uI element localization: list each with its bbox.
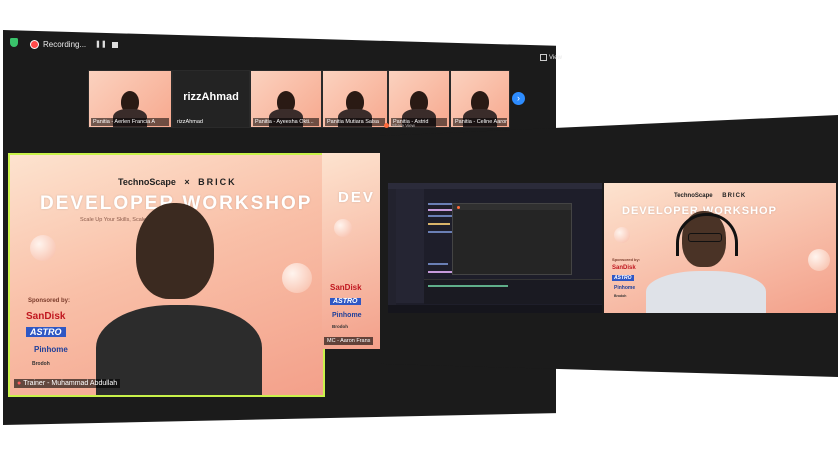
sponsor-pinhome: Pinhome xyxy=(614,285,636,291)
participant-tile[interactable]: Panitia - Astrid xyxy=(388,70,450,128)
participant-name: rizzAhmad xyxy=(177,119,203,125)
decor-bubble xyxy=(614,227,630,243)
decor-bubble xyxy=(808,249,830,271)
participant-name: Panitia Mutiara Salsa xyxy=(325,118,385,126)
sponsor-astro: ASTRO xyxy=(26,327,66,337)
recording-indicator[interactable]: Recording... xyxy=(30,38,86,50)
ide-activity-bar xyxy=(388,189,396,313)
share-icon xyxy=(384,123,389,128)
sponsor-astro: ASTRO xyxy=(612,275,634,281)
slide-title: DEV xyxy=(338,189,375,206)
next-page-button[interactable]: › xyxy=(512,92,525,105)
recording-label: Recording... xyxy=(43,39,87,49)
app-dialog[interactable] xyxy=(452,203,572,275)
participant-tile[interactable]: Panitia Mutiara Salsa xyxy=(322,70,388,128)
participant-name: Panitia - Ayeesha Okti... xyxy=(253,118,319,126)
decor-bubble xyxy=(282,263,312,293)
sponsor-brodoh: Brodoh xyxy=(32,361,50,367)
slide-brand-row: TechnoScape × BRICK xyxy=(118,177,237,187)
host-slide-brand: TechnoScape BRICK xyxy=(674,193,746,199)
view-button[interactable]: View xyxy=(540,54,562,61)
glasses xyxy=(688,233,722,242)
dialog-header xyxy=(453,204,571,210)
active-speaker-video[interactable]: TechnoScape × BRICK DEVELOPER WORKSHOP S… xyxy=(8,153,325,397)
participant-display-name: rizzAhmad xyxy=(183,91,239,103)
participant-tile[interactable]: Panitia - Ayeesha Okti... xyxy=(250,70,322,128)
participant-tile[interactable]: Panitia - Aerlen Francia A xyxy=(88,70,172,128)
dialog-close-icon[interactable] xyxy=(457,206,460,209)
sponsor-pinhome: Pinhome xyxy=(332,312,362,319)
brick-logo: BRICK xyxy=(722,193,747,199)
host-sponsored-by: Sponsored by: xyxy=(612,257,641,262)
technoscape-logo: TechnoScape xyxy=(674,193,713,199)
view-grid-icon xyxy=(540,54,547,61)
stop-recording-button[interactable] xyxy=(112,42,118,48)
speaker-shirt xyxy=(96,305,262,395)
technoscape-logo: TechnoScape xyxy=(118,177,176,187)
brick-logo: BRICK xyxy=(198,177,237,187)
code-line xyxy=(428,263,448,265)
speaker-name-tag: ● Trainer - Muhammad Abdullah xyxy=(14,379,121,388)
record-dot-icon xyxy=(30,39,39,49)
sponsor-brodoh: Brodoh xyxy=(614,294,627,298)
shield-icon xyxy=(10,38,18,47)
sponsor-astro: ASTRO xyxy=(330,298,361,305)
participant-name: Panitia - Aerlen Francia A xyxy=(91,118,169,126)
chevron-right-icon: › xyxy=(517,93,520,103)
ide-terminal xyxy=(424,279,602,304)
mc-video-tile[interactable]: DEV SanDisk ASTRO Pinhome Brodoh MC - Aa… xyxy=(322,153,380,349)
sponsor-sandisk: SanDisk xyxy=(612,265,636,271)
participant-tile[interactable]: Panitia - Celine Aaron xyxy=(450,70,510,128)
taskbar xyxy=(388,305,602,313)
host-shirt xyxy=(646,271,766,313)
share-tab[interactable]: Share View xyxy=(384,123,415,128)
sponsored-by-label: Sponsored by: xyxy=(28,298,71,304)
decor-bubble xyxy=(30,235,56,261)
sponsor-sandisk: SanDisk xyxy=(26,311,66,322)
participant-name: Panitia - Celine Aaron xyxy=(453,118,507,126)
speaker-face xyxy=(136,203,214,299)
terminal-line xyxy=(428,285,508,287)
ide-explorer xyxy=(396,189,424,303)
microphone-icon: ● xyxy=(17,380,22,387)
pause-recording-button[interactable]: ❚❚ xyxy=(95,40,107,49)
sponsor-sandisk: SanDisk xyxy=(330,283,362,292)
decor-bubble xyxy=(334,219,352,237)
mc-name-tag: MC - Aaron Frans xyxy=(324,337,374,345)
brand-separator: × xyxy=(184,177,190,187)
participant-tile[interactable]: rizzAhmad rizzAhmad xyxy=(172,70,250,128)
sponsor-pinhome: Pinhome xyxy=(34,345,68,354)
sponsor-brodoh: Brodoh xyxy=(332,324,348,329)
code-line xyxy=(428,271,454,273)
code-line xyxy=(428,223,450,225)
speaker-name: Trainer - Muhammad Abdullah xyxy=(23,380,118,387)
host-video[interactable]: TechnoScape BRICK DEVELOPER WORKSHOP Spo… xyxy=(604,183,836,313)
share-tab-label: Share View xyxy=(392,123,415,128)
